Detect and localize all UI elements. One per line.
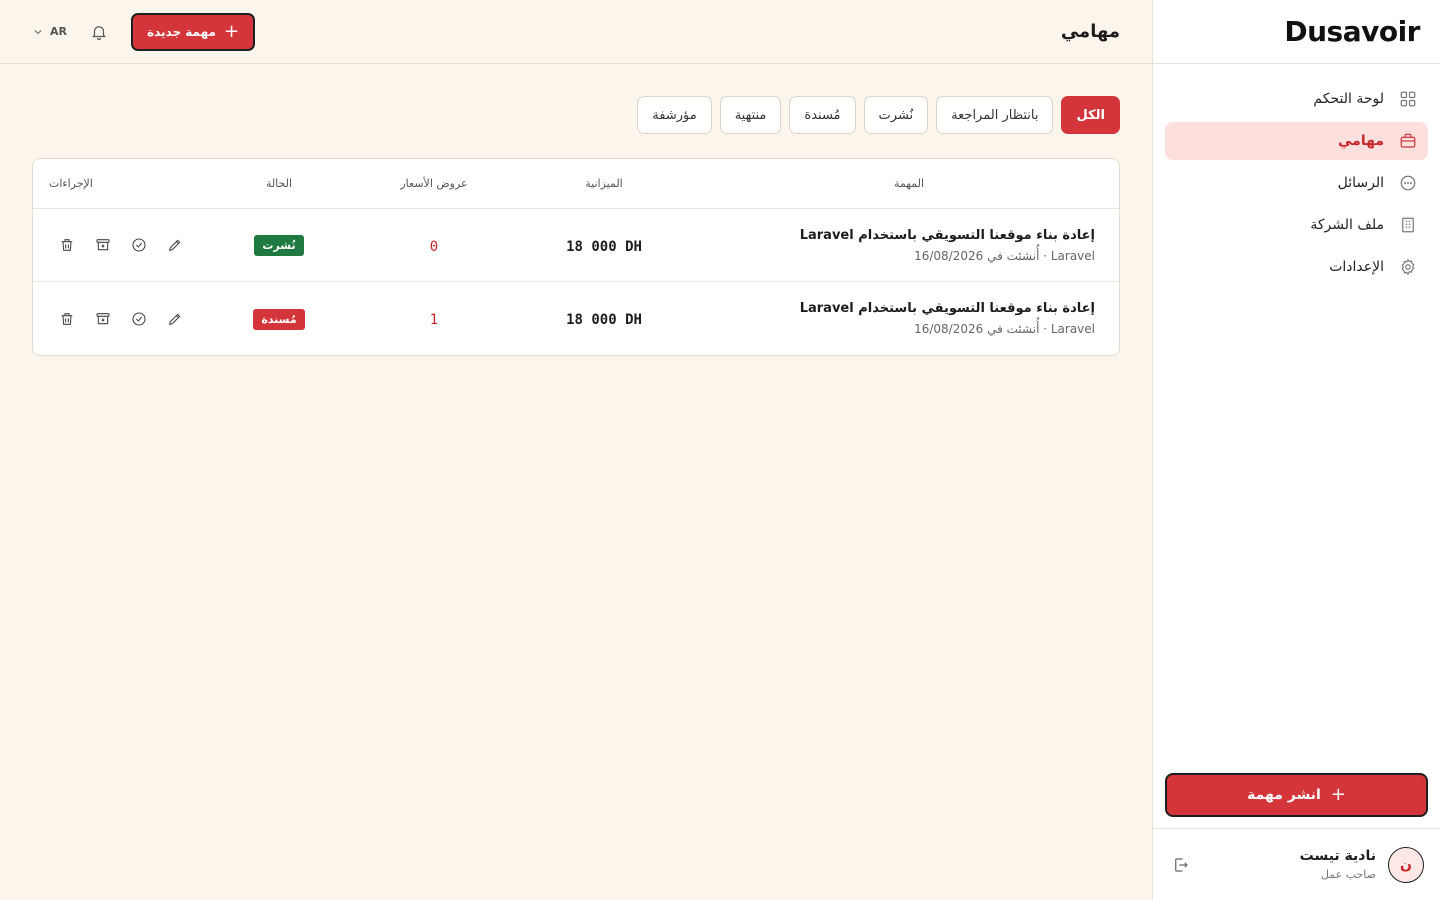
sidebar-item-company-profile[interactable]: ملف الشركة: [1165, 206, 1428, 244]
sidebar-item-my-tasks[interactable]: مهامي: [1165, 122, 1428, 160]
sidebar-item-label: الإعدادات: [1329, 259, 1384, 275]
language-switcher[interactable]: AR: [32, 25, 67, 38]
col-header-budget: الميزانية: [585, 177, 623, 190]
sidebar-item-label: الرسائل: [1337, 175, 1384, 191]
tasks-table: المهمة الميزانية عروض الأسعار الحالة الإ…: [32, 158, 1120, 356]
sidebar-item-label: مهامي: [1338, 133, 1384, 149]
check-circle-icon: [132, 311, 146, 326]
task-bids: 1: [429, 312, 439, 328]
task-bids: 0: [429, 238, 439, 255]
table-row[interactable]: إعادة بناء موقعنا التسويقي باستخدام Lara…: [33, 209, 1119, 282]
filter-all[interactable]: الكل: [1061, 96, 1120, 134]
archive-icon: [96, 239, 110, 251]
task-meta: Laravel · أُنشئت في 16/08/2026: [914, 322, 1095, 336]
sidebar: Dusavoir لوحة التحكم مهامي الرسائل ملف ا…: [1152, 0, 1440, 900]
top-header: مهامي AR + مهمة جديدة: [0, 0, 1152, 64]
archive-button[interactable]: [93, 235, 113, 255]
chat-icon: [1398, 173, 1418, 193]
main-content: الكل بانتظار المراجعة نُشرت مُسندة منتهي…: [0, 64, 1152, 900]
logo[interactable]: Dusavoir: [1284, 15, 1420, 48]
bids-cell: 1: [359, 309, 509, 328]
pencil-icon: [168, 313, 181, 325]
sidebar-footer: ن نادية تيست صاحب عمل: [1153, 828, 1440, 900]
briefcase-icon: [1398, 131, 1418, 151]
plus-icon: +: [1330, 784, 1346, 805]
table-row[interactable]: إعادة بناء موقعنا التسويقي باستخدام Lara…: [33, 282, 1119, 355]
sidebar-item-label: ملف الشركة: [1310, 217, 1384, 233]
filter-pending-review[interactable]: بانتظار المراجعة: [936, 96, 1054, 134]
plus-icon: +: [223, 20, 240, 42]
logout-icon: [1175, 857, 1188, 872]
task-budget: 18 000 DH: [566, 312, 642, 328]
trash-icon: [61, 239, 73, 251]
archive-button[interactable]: [93, 309, 113, 329]
sidebar-item-dashboard[interactable]: لوحة التحكم: [1165, 80, 1428, 118]
logout-button[interactable]: [1169, 853, 1193, 877]
filter-archived[interactable]: مؤرشفة: [637, 96, 712, 134]
sidebar-item-messages[interactable]: الرسائل: [1165, 164, 1428, 202]
table-header: المهمة الميزانية عروض الأسعار الحالة الإ…: [33, 159, 1119, 209]
user-name: نادية تيست: [1299, 848, 1376, 864]
header-actions: AR + مهمة جديدة: [32, 12, 256, 51]
trash-icon: [61, 312, 73, 325]
task-title[interactable]: إعادة بناء موقعنا التسويقي باستخدام Lara…: [699, 228, 1095, 243]
complete-button[interactable]: [129, 309, 149, 329]
new-task-button[interactable]: + مهمة جديدة: [130, 12, 256, 51]
pencil-icon: [168, 239, 181, 252]
edit-button[interactable]: [165, 309, 185, 329]
filter-completed[interactable]: منتهية: [719, 96, 782, 134]
status-cell: نُشرت: [199, 234, 359, 256]
language-label: AR: [50, 25, 67, 38]
filter-published[interactable]: نُشرت: [863, 96, 929, 134]
filter-assigned[interactable]: مُسندة: [789, 96, 856, 134]
page-title: مهامي: [1060, 21, 1120, 42]
logo-area: Dusavoir: [1153, 0, 1440, 64]
notifications-button[interactable]: [87, 20, 111, 44]
bids-cell: 0: [359, 236, 509, 255]
status-badge: مُسندة: [253, 308, 305, 330]
publish-task-label: انشر مهمة: [1247, 787, 1321, 803]
sidebar-item-label: لوحة التحكم: [1313, 91, 1384, 107]
complete-button[interactable]: [129, 235, 149, 255]
task-cell: إعادة بناء موقعنا التسويقي باستخدام Lara…: [699, 301, 1119, 336]
col-header-task: المهمة: [893, 177, 925, 190]
grid-icon: [1398, 89, 1418, 109]
task-title[interactable]: إعادة بناء موقعنا التسويقي باستخدام Lara…: [699, 301, 1095, 316]
edit-button[interactable]: [165, 235, 185, 255]
budget-cell: 18 000 DH: [509, 236, 699, 255]
actions-cell: [33, 309, 199, 329]
bell-icon: [92, 25, 106, 40]
publish-task-button[interactable]: + انشر مهمة: [1165, 773, 1428, 817]
status-filters: الكل بانتظار المراجعة نُشرت مُسندة منتهي…: [32, 96, 1120, 134]
task-budget: 18 000 DH: [566, 238, 642, 255]
user-profile[interactable]: ن نادية تيست صاحب عمل: [1299, 846, 1424, 883]
user-role: صاحب عمل: [1320, 868, 1376, 881]
col-header-bids: عروض الأسعار: [400, 177, 468, 190]
task-cell: إعادة بناء موقعنا التسويقي باستخدام Lara…: [699, 228, 1119, 263]
delete-button[interactable]: [57, 309, 77, 329]
chevron-down-icon: [34, 29, 42, 34]
delete-button[interactable]: [57, 235, 77, 255]
status-cell: مُسندة: [199, 308, 359, 330]
check-circle-icon: [132, 238, 146, 252]
col-header-actions: الإجراءات: [49, 177, 93, 190]
avatar: ن: [1388, 846, 1424, 883]
gear-icon: [1398, 257, 1418, 277]
building-icon: [1398, 215, 1418, 235]
sidebar-item-settings[interactable]: الإعدادات: [1165, 248, 1428, 286]
sidebar-nav: لوحة التحكم مهامي الرسائل ملف الشركة الإ…: [1153, 64, 1440, 286]
budget-cell: 18 000 DH: [509, 309, 699, 328]
archive-icon: [96, 312, 110, 324]
status-badge: نُشرت: [254, 235, 304, 256]
new-task-label: مهمة جديدة: [146, 24, 216, 39]
actions-cell: [33, 235, 199, 255]
task-meta: Laravel · أُنشئت في 16/08/2026: [914, 248, 1095, 263]
col-header-status: الحالة: [265, 177, 293, 190]
